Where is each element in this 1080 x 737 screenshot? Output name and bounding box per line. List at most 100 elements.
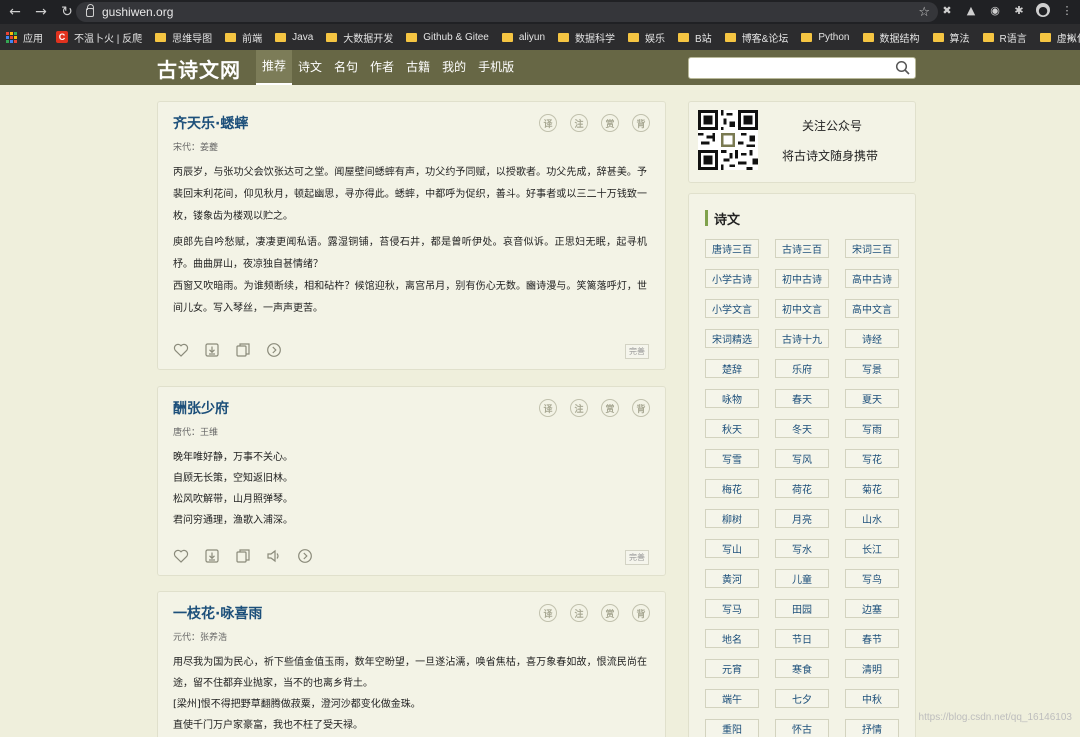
nav-item[interactable]: 古籍	[400, 50, 436, 85]
audio-icon[interactable]	[266, 548, 282, 568]
bookmark-item[interactable]: 算法	[932, 30, 970, 45]
category-tag[interactable]: 抒情	[845, 719, 899, 737]
copy-icon[interactable]	[235, 548, 251, 568]
category-tag[interactable]: 写雨	[845, 419, 899, 438]
category-tag[interactable]: 诗经	[845, 329, 899, 348]
category-tag[interactable]: 春天	[775, 389, 829, 408]
category-tag[interactable]: 地名	[705, 629, 759, 648]
nav-item[interactable]: 手机版	[472, 50, 520, 85]
extension-x-icon[interactable]: ✖	[940, 3, 954, 17]
category-tag[interactable]: 月亮	[775, 509, 829, 528]
category-tag[interactable]: 菊花	[845, 479, 899, 498]
bookmarks-overflow-icon[interactable]: »	[1067, 31, 1074, 44]
category-tag[interactable]: 秋天	[705, 419, 759, 438]
category-tag[interactable]: 咏物	[705, 389, 759, 408]
category-tag[interactable]: 梅花	[705, 479, 759, 498]
category-tag[interactable]: 清明	[845, 659, 899, 678]
bookmark-item[interactable]: 数据科学	[558, 30, 615, 45]
reload-icon[interactable]: ↻	[56, 1, 78, 23]
badge-button[interactable]: 注	[570, 604, 588, 622]
category-tag[interactable]: 柳树	[705, 509, 759, 528]
bookmark-item[interactable]: 前端	[225, 30, 262, 45]
bookmark-item[interactable]: Github & Gitee	[406, 32, 489, 43]
category-tag[interactable]: 写景	[845, 359, 899, 378]
badge-button[interactable]: 背	[632, 604, 650, 622]
bookmark-item[interactable]: 大数据开发	[326, 30, 393, 45]
category-tag[interactable]: 元宵	[705, 659, 759, 678]
category-tag[interactable]: 古诗三百	[775, 239, 829, 258]
category-tag[interactable]: 冬天	[775, 419, 829, 438]
more-icon[interactable]	[266, 342, 282, 362]
bookmark-item[interactable]: 思维导图	[155, 30, 212, 45]
extension-triangle-icon[interactable]: ▲	[964, 3, 978, 17]
category-tag[interactable]: 端午	[705, 689, 759, 708]
bookmark-item[interactable]: 博客&论坛	[724, 30, 788, 45]
category-tag[interactable]: 山水	[845, 509, 899, 528]
poem-source[interactable]: 唐代：王维	[173, 425, 218, 438]
nav-item[interactable]: 作者	[364, 50, 400, 85]
badge-button[interactable]: 注	[570, 114, 588, 132]
copy-icon[interactable]	[235, 342, 251, 362]
poem-title[interactable]: 酬张少府	[173, 398, 229, 418]
category-tag[interactable]: 古诗十九	[775, 329, 829, 348]
category-tag[interactable]: 宋词精选	[705, 329, 759, 348]
bookmark-item[interactable]: 娱乐	[628, 30, 665, 45]
category-tag[interactable]: 楚辞	[705, 359, 759, 378]
badge-button[interactable]: 赏	[601, 114, 619, 132]
download-icon[interactable]	[204, 342, 220, 362]
category-tag[interactable]: 写水	[775, 539, 829, 558]
bookmark-item[interactable]: Java	[275, 32, 313, 43]
category-tag[interactable]: 儿童	[775, 569, 829, 588]
category-tag[interactable]: 写鸟	[845, 569, 899, 588]
nav-item[interactable]: 诗文	[292, 50, 328, 85]
badge-button[interactable]: 背	[632, 114, 650, 132]
category-tag[interactable]: 夏天	[845, 389, 899, 408]
like-icon[interactable]	[173, 548, 189, 568]
done-tag[interactable]: 完善	[625, 344, 649, 359]
nav-item[interactable]: 我的	[436, 50, 472, 85]
bookmark-item[interactable]: R语言	[982, 30, 1027, 45]
category-tag[interactable]: 小学文言	[705, 299, 759, 318]
forward-icon[interactable]: →	[30, 1, 52, 23]
extension-circle-icon[interactable]: ◉	[988, 3, 1002, 17]
extensions-puzzle-icon[interactable]: ✱	[1012, 3, 1026, 17]
badge-button[interactable]: 译	[539, 399, 557, 417]
badge-button[interactable]: 背	[632, 399, 650, 417]
category-tag[interactable]: 黄河	[705, 569, 759, 588]
category-tag[interactable]: 写雪	[705, 449, 759, 468]
category-tag[interactable]: 田园	[775, 599, 829, 618]
category-tag[interactable]: 初中文言	[775, 299, 829, 318]
bookmark-item[interactable]: B站	[678, 30, 712, 45]
category-tag[interactable]: 寒食	[775, 659, 829, 678]
category-tag[interactable]: 小学古诗	[705, 269, 759, 288]
category-tag[interactable]: 重阳	[705, 719, 759, 737]
category-tag[interactable]: 中秋	[845, 689, 899, 708]
menu-dots-icon[interactable]: ⋮	[1060, 3, 1074, 17]
badge-button[interactable]: 赏	[601, 399, 619, 417]
bookmark-item[interactable]: 数据结构	[862, 30, 920, 45]
poem-source[interactable]: 宋代：姜夔	[173, 140, 218, 153]
poem-source[interactable]: 元代：张养浩	[173, 630, 227, 643]
badge-button[interactable]: 译	[539, 114, 557, 132]
badge-button[interactable]: 赏	[601, 604, 619, 622]
category-tag[interactable]: 写风	[775, 449, 829, 468]
badge-button[interactable]: 注	[570, 399, 588, 417]
category-tag[interactable]: 宋词三百	[845, 239, 899, 258]
nav-item[interactable]: 名句	[328, 50, 364, 85]
category-tag[interactable]: 节日	[775, 629, 829, 648]
poem-title[interactable]: 一枝花·咏喜雨	[173, 603, 262, 623]
category-tag[interactable]: 怀古	[775, 719, 829, 737]
address-bar[interactable]: gushiwen.org ☆	[76, 2, 938, 22]
badge-button[interactable]: 译	[539, 604, 557, 622]
search-input[interactable]	[689, 60, 889, 80]
more-icon[interactable]	[297, 548, 313, 568]
category-tag[interactable]: 七夕	[775, 689, 829, 708]
category-tag[interactable]: 乐府	[775, 359, 829, 378]
bookmark-star-icon[interactable]: ☆	[918, 5, 930, 20]
category-tag[interactable]: 长江	[845, 539, 899, 558]
bookmark-item[interactable]: Python	[801, 32, 850, 43]
category-tag[interactable]: 初中古诗	[775, 269, 829, 288]
back-icon[interactable]: ←	[4, 1, 26, 23]
poem-title[interactable]: 齐天乐·蟋蟀	[173, 113, 248, 133]
category-tag[interactable]: 写花	[845, 449, 899, 468]
